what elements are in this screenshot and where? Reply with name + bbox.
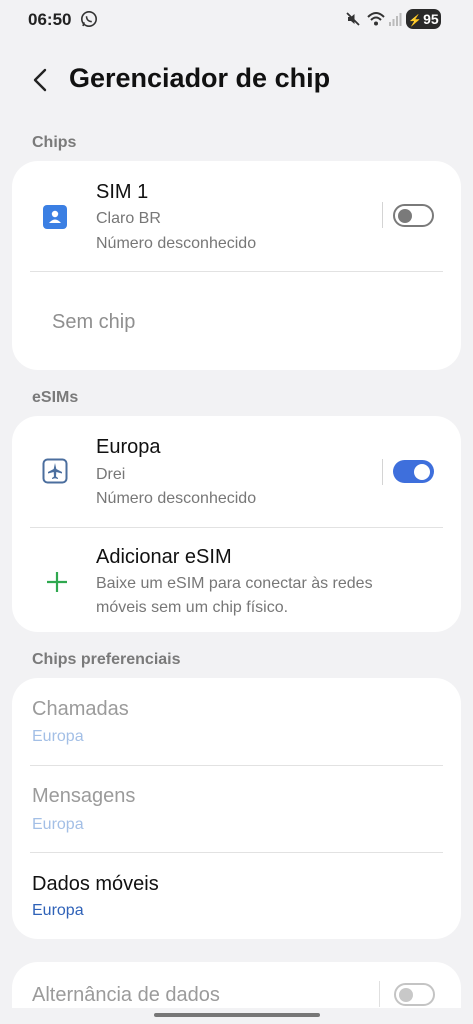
section-label-esims: eSIMs [32, 389, 79, 406]
pref-calls-value: Europa [32, 728, 84, 745]
esim-europa-toggle[interactable] [393, 460, 434, 483]
sim1-name: SIM 1 [96, 181, 149, 203]
status-time: 06:50 [28, 10, 72, 29]
esim-europa-name: Europa [96, 436, 161, 458]
preferred-card: Chamadas Europa Mensagens Europa Dados m… [12, 678, 461, 939]
add-esim-row[interactable]: Adicionar eSIM Baixe um eSIM para conect… [12, 528, 461, 632]
wifi-icon [367, 12, 385, 26]
data-switch-toggle[interactable] [394, 983, 435, 1006]
sim1-toggle[interactable] [393, 204, 434, 227]
charging-bolt-icon: ⚡ [408, 15, 423, 27]
divider [30, 271, 443, 272]
pref-messages-row[interactable]: Mensagens Europa [12, 766, 461, 852]
whatsapp-icon [81, 11, 97, 27]
pref-calls-row[interactable]: Chamadas Europa [12, 678, 461, 765]
esim-europa-row[interactable]: Europa Drei Número desconhecido [12, 416, 461, 527]
pref-calls-title: Chamadas [32, 698, 129, 720]
sim-card-icon [43, 205, 67, 229]
gesture-nav-handle[interactable] [154, 1013, 320, 1017]
add-esim-title: Adicionar eSIM [96, 546, 232, 568]
chips-card: SIM 1 Claro BR Número desconhecido Sem c… [12, 161, 461, 370]
pref-messages-title: Mensagens [32, 785, 136, 807]
app-header: Gerenciador de chip [0, 55, 473, 105]
travel-esim-icon [42, 458, 68, 484]
page-title: Gerenciador de chip [69, 63, 331, 93]
data-switch-title: Alternância de dados [32, 984, 220, 1006]
sim1-number: Número desconhecido [96, 235, 257, 252]
data-switch-card: Alternância de dados [12, 962, 461, 1008]
pref-mobile-data-title: Dados móveis [32, 873, 159, 895]
sim1-row[interactable]: SIM 1 Claro BR Número desconhecido [12, 161, 461, 271]
pref-mobile-data-value: Europa [32, 902, 84, 919]
esim-europa-carrier: Drei [96, 466, 126, 483]
vertical-separator [379, 981, 380, 1007]
vertical-separator [382, 459, 383, 485]
esims-card: Europa Drei Número desconhecido Adiciona… [12, 416, 461, 632]
status-bar: 06:50 ⚡95 [0, 0, 473, 40]
section-label-chips: Chips [32, 134, 77, 151]
add-esim-description-line1: Baixe um eSIM para conectar às redes [96, 575, 373, 592]
signal-icon [389, 13, 402, 26]
empty-slot-label: Sem chip [52, 311, 136, 333]
back-arrow-icon[interactable] [30, 67, 52, 93]
add-esim-description-line2: móveis sem um chip físico. [96, 599, 289, 616]
pref-messages-value: Europa [32, 816, 84, 833]
plus-icon [47, 572, 67, 592]
battery-level: 95 [423, 11, 439, 27]
esim-europa-number: Número desconhecido [96, 490, 257, 507]
mute-icon [346, 12, 360, 26]
section-label-preferred: Chips preferenciais [32, 651, 181, 668]
data-switch-row[interactable]: Alternância de dados [12, 962, 461, 1008]
battery-icon: ⚡95 [406, 9, 441, 29]
pref-mobile-data-row[interactable]: Dados móveis Europa [12, 853, 461, 939]
vertical-separator [382, 202, 383, 228]
sim1-carrier: Claro BR [96, 210, 161, 227]
